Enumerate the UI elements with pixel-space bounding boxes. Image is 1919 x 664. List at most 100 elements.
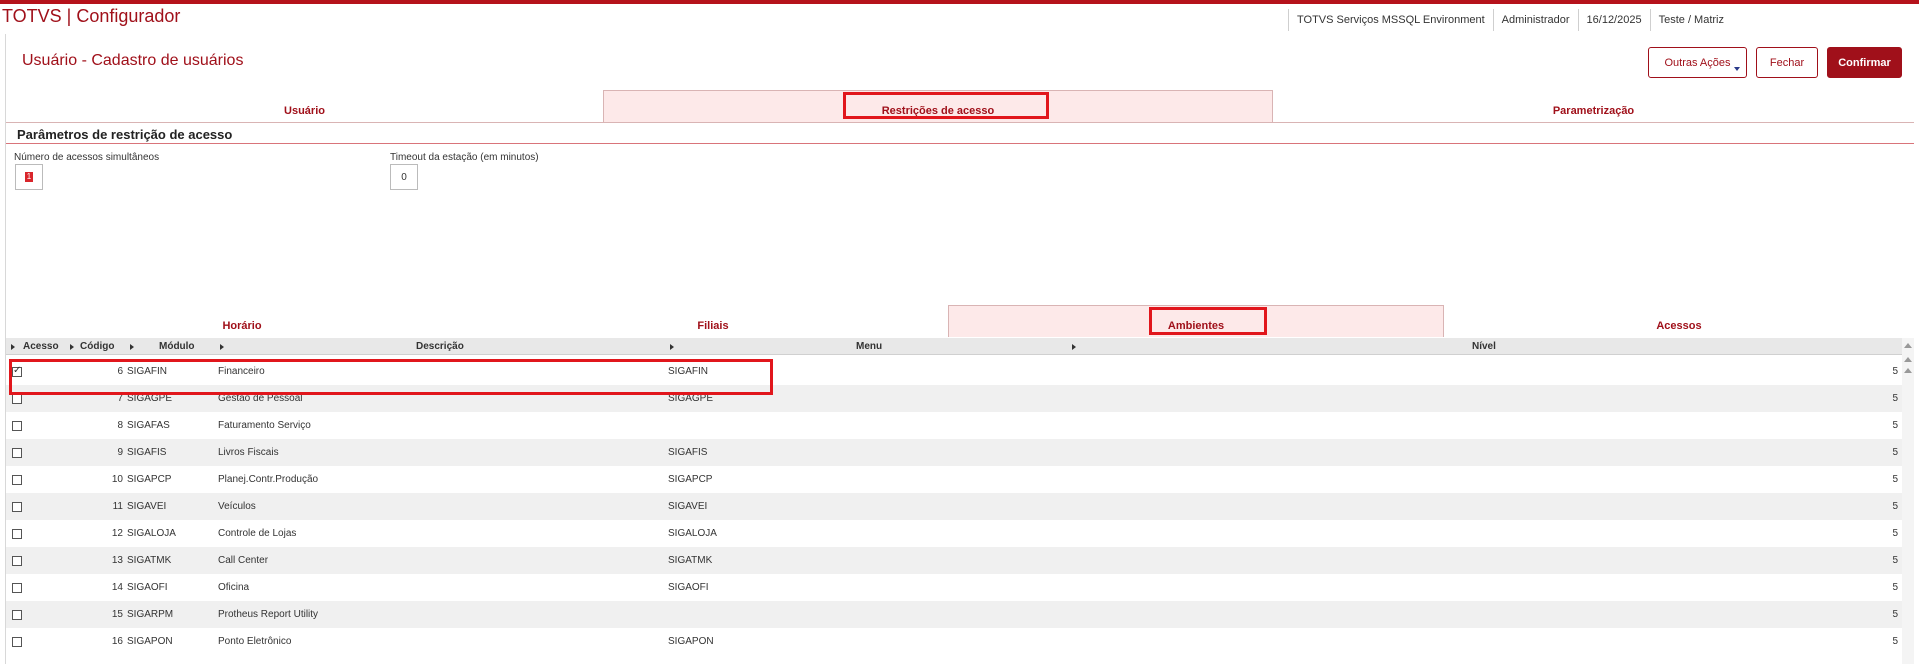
table-row[interactable]: 6 SIGAFIN Financeiro SIGAFIN 5 <box>6 358 1902 385</box>
branch-label[interactable]: Teste / Matriz <box>1649 9 1732 31</box>
cell-descricao: Livros Fiscais <box>218 447 279 458</box>
cell-modulo: SIGAFAS <box>127 420 170 431</box>
cell-modulo: SIGATMK <box>127 555 172 566</box>
scroll-up-icon[interactable] <box>1904 343 1912 348</box>
sub-tabs: Horário Filiais Ambientes Acessos <box>6 305 1914 337</box>
sort-arrow-icon <box>220 344 224 350</box>
sort-arrow-icon <box>130 344 134 350</box>
cell-modulo: SIGAFIN <box>127 366 168 377</box>
cell-codigo: 12 <box>111 528 123 539</box>
simultaneous-access-value: 1 <box>25 172 33 182</box>
cell-nivel: 5 <box>1892 582 1898 593</box>
cell-descricao: Oficina <box>218 582 250 593</box>
cell-descricao: Financeiro <box>218 366 265 377</box>
cell-modulo: SIGARPM <box>127 609 174 620</box>
access-checkbox[interactable] <box>12 610 22 620</box>
access-checkbox[interactable] <box>12 394 22 404</box>
tab-restricoes-de-acesso[interactable]: Restrições de acesso <box>603 90 1273 122</box>
cell-nivel: 5 <box>1892 420 1898 431</box>
table-row[interactable]: 10 SIGAPCP Planej.Contr.Produção SIGAPCP… <box>6 466 1902 493</box>
close-button[interactable]: Fechar <box>1756 47 1818 78</box>
access-checkbox[interactable] <box>12 475 22 485</box>
cell-codigo: 7 <box>117 393 123 404</box>
top-stripe <box>0 0 1919 4</box>
table-row[interactable]: 7 SIGAGPE Gestão de Pessoal SIGAGPE 5 <box>6 385 1902 412</box>
table-row[interactable]: 13 SIGATMK Call Center SIGATMK 5 <box>6 547 1902 574</box>
column-header-acesso[interactable]: Acesso <box>11 338 68 355</box>
sort-arrow-icon <box>670 344 674 350</box>
column-header-menu[interactable]: Menu <box>670 338 1072 355</box>
chevron-down-icon <box>1734 67 1740 71</box>
cell-nivel: 5 <box>1892 501 1898 512</box>
table-row[interactable]: 11 SIGAVEI Veículos SIGAVEI 5 <box>6 493 1902 520</box>
tab-filiais[interactable]: Filiais <box>478 305 948 337</box>
access-checkbox[interactable] <box>12 637 22 647</box>
cell-codigo: 11 <box>112 501 123 512</box>
other-actions-label: Outras Ações <box>1664 56 1731 69</box>
sort-arrow-icon <box>1072 344 1076 350</box>
access-checkbox[interactable] <box>12 502 22 512</box>
cell-descricao: Planej.Contr.Produção <box>218 474 319 485</box>
access-checkbox[interactable] <box>12 421 22 431</box>
cell-menu: SIGALOJA <box>668 528 717 539</box>
access-checkbox[interactable] <box>12 529 22 539</box>
column-header-descricao[interactable]: Descrição <box>220 338 670 355</box>
cell-nivel: 5 <box>1892 636 1898 647</box>
cell-menu: SIGAGPE <box>668 393 714 404</box>
simultaneous-access-input[interactable]: 1 <box>15 164 43 190</box>
access-checkbox[interactable] <box>12 448 22 458</box>
scroll-up-icon[interactable] <box>1904 357 1912 362</box>
tab-ambientes[interactable]: Ambientes <box>948 305 1444 337</box>
access-checkbox[interactable] <box>12 365 22 377</box>
tabs-divider <box>6 122 1914 123</box>
app-title: TOTVS | Configurador <box>2 6 181 26</box>
cell-nivel: 5 <box>1892 528 1898 539</box>
tab-parametrizacao[interactable]: Parametrização <box>1273 90 1914 122</box>
cell-codigo: 8 <box>117 420 123 431</box>
cell-codigo: 14 <box>111 582 123 593</box>
scroll-up-icon[interactable] <box>1904 368 1912 373</box>
cell-codigo: 6 <box>117 366 123 377</box>
table-row[interactable]: 9 SIGAFIS Livros Fiscais SIGAFIS 5 <box>6 439 1902 466</box>
tab-acessos[interactable]: Acessos <box>1444 305 1914 337</box>
cell-modulo: SIGAVEI <box>127 501 167 512</box>
table-row[interactable]: 16 SIGAPON Ponto Eletrônico SIGAPON 5 <box>6 628 1902 655</box>
table-row[interactable]: 8 SIGAFAS Faturamento Serviço 5 <box>6 412 1902 439</box>
section-title: Parâmetros de restrição de acesso <box>17 127 233 142</box>
main-tabs: Usuário Restrições de acesso Parametriza… <box>6 90 1914 122</box>
timeout-input[interactable]: 0 <box>390 164 418 190</box>
grid-header: Acesso Código Módulo Descrição Menu Níve… <box>6 338 1902 355</box>
page-title: Usuário - Cadastro de usuários <box>22 52 244 69</box>
grid-scrollbar[interactable] <box>1902 338 1914 664</box>
cell-nivel: 5 <box>1892 393 1898 404</box>
cell-codigo: 16 <box>111 636 123 647</box>
other-actions-button[interactable]: Outras Ações <box>1648 47 1747 78</box>
header-info-bar: TOTVS Serviços MSSQL Environment Adminis… <box>1288 9 1732 31</box>
table-row[interactable]: 14 SIGAOFI Oficina SIGAOFI 5 <box>6 574 1902 601</box>
cell-descricao: Veículos <box>218 501 256 512</box>
simultaneous-access-label: Número de acessos simultâneos <box>14 152 160 163</box>
cell-codigo: 10 <box>111 474 123 485</box>
table-row[interactable]: 15 SIGARPM Protheus Report Utility 5 <box>6 601 1902 628</box>
cell-descricao: Gestão de Pessoal <box>218 393 303 404</box>
table-row[interactable]: 12 SIGALOJA Controle de Lojas SIGALOJA 5 <box>6 520 1902 547</box>
tab-usuario[interactable]: Usuário <box>6 90 603 122</box>
confirm-button[interactable]: Confirmar <box>1827 47 1902 78</box>
cell-modulo: SIGAPON <box>127 636 173 647</box>
tab-horario[interactable]: Horário <box>6 305 478 337</box>
sort-arrow-icon <box>11 344 15 350</box>
cell-codigo: 15 <box>111 609 123 620</box>
date-label[interactable]: 16/12/2025 <box>1577 9 1650 31</box>
column-header-nivel[interactable]: Nível <box>1072 338 1902 355</box>
user-label[interactable]: Administrador <box>1492 9 1578 31</box>
cell-codigo: 13 <box>111 555 123 566</box>
access-checkbox[interactable] <box>12 583 22 593</box>
column-header-modulo[interactable]: Módulo <box>130 338 220 355</box>
cell-nivel: 5 <box>1892 609 1898 620</box>
cell-modulo: SIGAOFI <box>127 582 168 593</box>
environment-label[interactable]: TOTVS Serviços MSSQL Environment <box>1288 9 1493 31</box>
cell-nivel: 5 <box>1892 555 1898 566</box>
column-header-codigo[interactable]: Código <box>70 338 133 355</box>
access-checkbox[interactable] <box>12 556 22 566</box>
cell-descricao: Faturamento Serviço <box>218 420 311 431</box>
